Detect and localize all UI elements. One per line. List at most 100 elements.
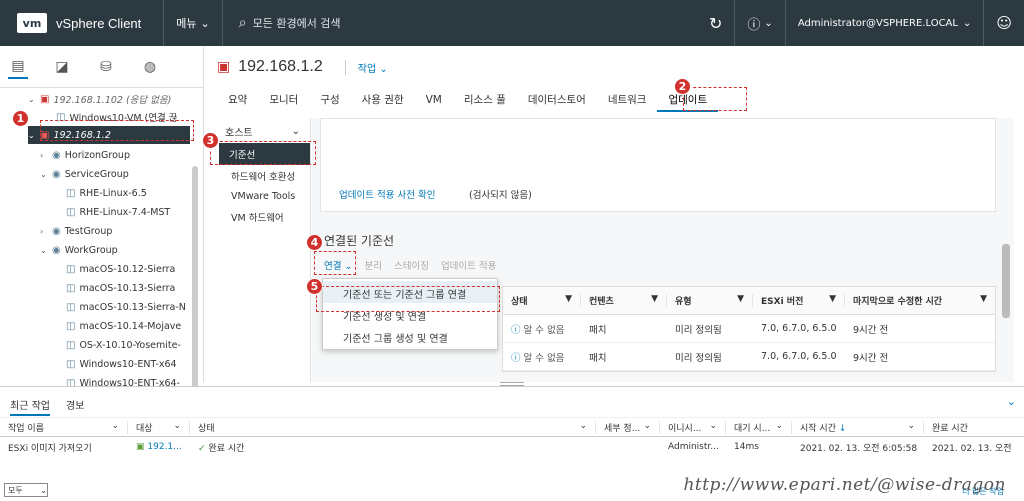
vm-icon: ◫ — [66, 339, 76, 351]
grid-header: 상태 ▼ 컨텐츠 ▼ 유형 ▼ ESXi 버전 ▼ 마지막으로 수정한 시간 ▼ — [503, 287, 995, 315]
chevron-down-icon: ⌄ — [775, 420, 783, 431]
detach-button[interactable]: 분리 — [364, 258, 381, 272]
content-scrollbar[interactable] — [1002, 244, 1010, 318]
menu-label: 메뉴 — [176, 17, 197, 30]
chevron-down-icon: ⌄ — [40, 245, 47, 255]
annotation-badge: 3 — [202, 132, 219, 149]
feedback-button[interactable]: ☺ — [983, 0, 1024, 46]
refresh-button[interactable]: ↻ — [697, 0, 734, 46]
column-start-time[interactable]: 시작 시간 ↓ ⌄ — [792, 420, 924, 434]
app-title: vSphere Client — [56, 15, 142, 31]
menu-button[interactable]: 메뉴 ⌄ — [163, 0, 223, 46]
column-completion-time[interactable]: 완료 시간 — [924, 421, 1024, 434]
tree-item-resource-pool[interactable]: › ◉ HorizonGroup — [40, 146, 130, 164]
tree-item-vm[interactable]: ◫ Windows10-ENT-x64 — [66, 355, 177, 373]
column-target[interactable]: 대상 ⌄ — [128, 420, 190, 434]
table-row[interactable]: ⓘ 알 수 없음 패치 미리 정의됨 7.0, 6.7.0, 6.5.0 9시간… — [503, 315, 995, 343]
vms-templates-tab[interactable]: ◪ — [52, 55, 72, 79]
tab-vms[interactable]: VM — [415, 90, 453, 112]
annotation-highlight — [314, 251, 356, 275]
collapse-panel-icon[interactable]: ⌄ — [1007, 395, 1016, 408]
column-queued-for[interactable]: 대기 시... ⌄ — [726, 420, 792, 434]
filter-icon[interactable]: ▼ — [980, 294, 987, 307]
subnav-item-vmware-tools[interactable]: VMware Tools — [205, 187, 310, 206]
vm-icon: ◫ — [66, 358, 76, 370]
inventory-tabs: ▤ ◪ ⛁ ◍ — [0, 46, 203, 88]
annotation-highlight — [316, 286, 500, 312]
tab-summary[interactable]: 요약 — [217, 90, 258, 112]
tree-item-vm[interactable]: ◫ RHE-Linux-7.4-MST — [66, 203, 170, 221]
object-header: ▣ 192.168.1.2 작업 ⌄ 요약 모니터 구성 사용 권한 VM 리소… — [205, 46, 1024, 118]
tree-item-vm[interactable]: ◫ macOS-10.14-Mojave — [66, 317, 181, 335]
tab-monitor[interactable]: 모니터 — [258, 90, 309, 112]
menu-item-create-attach-baseline-group[interactable]: 기준선 그룹 생성 및 연결 — [323, 325, 497, 347]
tasks-table-header: 작업 이름 ⌄ 대상 ⌄ 상태 ⌄ 세부 정... ⌄ 이니시... ⌄ 대기 시... ⌄… — [0, 417, 1024, 437]
refresh-icon: ↻ — [709, 13, 723, 33]
tree-item-resource-pool[interactable]: ⌄ ◉ ServiceGroup — [40, 165, 129, 183]
table-row[interactable]: ⓘ 알 수 없음 패치 미리 정의됨 7.0, 6.7.0, 6.5.0 9시간… — [503, 343, 995, 371]
table-row[interactable]: ESXi 이미지 가져오기 ▣ 192.1... ✓ 완료 시간 Adminis… — [0, 437, 1024, 457]
chevron-down-icon: ⌄ — [643, 420, 651, 431]
column-status[interactable]: 상태 ▼ — [503, 294, 581, 307]
smiley-icon: ☺ — [996, 14, 1012, 32]
baselines-grid: 상태 ▼ 컨텐츠 ▼ 유형 ▼ ESXi 버전 ▼ 마지막으로 수정한 시간 ▼ ⓘ 알 … — [502, 286, 996, 372]
tab-permissions[interactable]: 사용 권한 — [351, 90, 415, 112]
tab-datastores[interactable]: 데이터스토어 — [517, 90, 597, 112]
vm-icon: ◫ — [66, 187, 76, 199]
chevron-right-icon: › — [40, 226, 44, 236]
column-task-name[interactable]: 작업 이름 ⌄ — [0, 420, 128, 434]
remediate-button[interactable]: 업데이트 적용 — [441, 258, 496, 272]
chevron-down-icon: ⌄ — [291, 126, 300, 137]
global-search-input[interactable]: ⌕ 모든 환경에서 검색 — [239, 15, 649, 31]
tree-item-resource-pool[interactable]: ⌄ ◉ WorkGroup — [40, 241, 118, 259]
help-menu-button[interactable]: ⓘ ⌄ — [734, 0, 784, 46]
task-filter-select[interactable]: 모두 ⌄ — [4, 483, 48, 497]
column-content[interactable]: 컨텐츠 ▼ — [581, 294, 667, 307]
subnav-header[interactable]: 호스트 ⌄ — [205, 118, 310, 143]
column-details[interactable]: 세부 정... ⌄ — [596, 420, 660, 434]
actions-menu-button[interactable]: 작업 ⌄ — [344, 59, 388, 75]
host-disconnected-icon: ▣ — [40, 93, 50, 105]
tab-recent-tasks[interactable]: 최근 작업 — [10, 397, 50, 416]
tree-item-vm[interactable]: ◫ macOS-10.13-Sierra-N — [66, 298, 186, 316]
column-status[interactable]: 상태 ⌄ — [190, 420, 596, 434]
tree-item-vm[interactable]: ◫ macOS-10.12-Sierra — [66, 260, 175, 278]
tree-item-resource-pool[interactable]: › ◉ TestGroup — [40, 222, 112, 240]
tree-item-vm[interactable]: ◫ RHE-Linux-6.5 — [66, 184, 147, 202]
filter-icon[interactable]: ▼ — [737, 294, 744, 307]
tab-resource-pools[interactable]: 리소스 풀 — [453, 90, 517, 112]
stage-button[interactable]: 스테이징 — [394, 258, 429, 272]
chevron-down-icon: ⌄ — [709, 420, 717, 431]
tree-item-vm[interactable]: ◫ macOS-10.13-Sierra — [66, 279, 175, 297]
column-type[interactable]: 유형 ▼ — [667, 294, 753, 307]
column-initiator[interactable]: 이니시... ⌄ — [660, 420, 726, 434]
filter-icon[interactable]: ▼ — [565, 294, 572, 307]
annotation-highlight — [210, 141, 316, 165]
column-last-modified[interactable]: 마지막으로 수정한 시간 ▼ — [845, 294, 995, 307]
chevron-down-icon: ⌄ — [28, 94, 35, 104]
tree-scrollbar[interactable] — [192, 166, 198, 402]
annotation-badge: 4 — [306, 234, 323, 251]
column-esxi-version[interactable]: ESXi 버전 ▼ — [753, 294, 845, 307]
subnav-item-vm-hardware[interactable]: VM 하드웨어 — [205, 206, 310, 228]
tree-item-host-102[interactable]: ⌄ ▣ 192.168.1.102 (응답 없음) — [28, 90, 171, 108]
networking-tab[interactable]: ◍ — [140, 55, 160, 79]
filter-icon[interactable]: ▼ — [829, 294, 836, 307]
tab-networks[interactable]: 네트워크 — [597, 90, 658, 112]
storage-tab[interactable]: ⛁ — [96, 55, 116, 79]
tab-alarms[interactable]: 경보 — [66, 397, 84, 416]
user-menu-button[interactable]: Administrator@VSPHERE.LOCAL ⌄ — [784, 0, 984, 46]
annotation-highlight — [683, 87, 747, 111]
tab-configure[interactable]: 구성 — [309, 90, 350, 112]
filter-icon[interactable]: ▼ — [651, 294, 658, 307]
resource-pool-icon: ◉ — [52, 244, 61, 256]
hosts-clusters-tab[interactable]: ▤ — [8, 55, 28, 79]
tree-item-vm[interactable]: ◫ OS-X-10.10-Yosemite- — [66, 336, 181, 354]
chevron-down-icon: ⌄ — [111, 420, 119, 431]
user-name: Administrator@VSPHERE.LOCAL — [797, 17, 958, 29]
precheck-remediation-link[interactable]: 업데이트 적용 사전 확인 — [339, 187, 435, 201]
host-alert-icon: ▣ — [217, 59, 231, 75]
subnav-item-hardware-compatibility[interactable]: 하드웨어 호환성 — [205, 165, 310, 187]
chevron-down-icon: ⌄ — [40, 169, 47, 179]
object-tabs: 요약 모니터 구성 사용 권한 VM 리소스 풀 데이터스토어 네트워크 업데이… — [217, 90, 719, 112]
